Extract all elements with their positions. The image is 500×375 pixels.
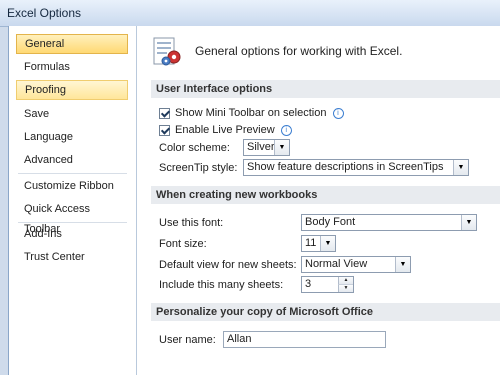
font-value: Body Font [305,216,356,228]
color-scheme-value: Silver [247,141,275,153]
user-name-label: User name: [159,334,216,346]
screentip-style-label: ScreenTip style: [159,162,238,174]
sheets-count-stepper[interactable]: 3 ▲ ▼ [301,276,354,293]
section-heading-ui-options: User Interface options [151,80,500,98]
page-title: General options for working with Excel. [195,44,403,58]
general-options-icon [153,37,181,66]
chevron-down-icon[interactable]: ▼ [274,140,289,155]
user-name-input[interactable]: Allan [223,331,386,348]
sidebar-item-customize-ribbon[interactable]: Customize Ribbon [16,176,128,196]
sidebar-item-advanced[interactable]: Advanced [16,150,128,170]
sidebar-item-trust-center[interactable]: Trust Center [16,247,128,267]
sidebar-item-quick-access-toolbar[interactable]: Quick Access Toolbar [16,199,128,235]
section-heading-personalize: Personalize your copy of Microsoft Offic… [151,303,500,321]
options-content: General options for working with Excel. … [137,26,500,375]
user-name-value: Allan [227,333,252,345]
window-title: Excel Options [7,6,82,20]
live-preview-label: Enable Live Preview [175,124,275,136]
spin-down-icon[interactable]: ▼ [338,284,353,292]
color-scheme-label: Color scheme: [159,142,230,154]
mini-toolbar-option: Show Mini Toolbar on selection i [175,107,344,119]
chevron-down-icon[interactable]: ▼ [453,160,468,175]
chevron-down-icon[interactable]: ▼ [320,236,335,251]
font-dropdown[interactable]: Body Font ▼ [301,214,477,231]
info-icon[interactable]: i [280,125,292,136]
color-scheme-dropdown[interactable]: Silver ▼ [243,139,290,156]
sidebar-item-save[interactable]: Save [16,104,128,124]
live-preview-option: Enable Live Preview i [175,124,292,136]
spin-up-icon[interactable]: ▲ [338,277,353,284]
default-view-value: Normal View [305,258,368,270]
font-size-dropdown[interactable]: 11 ▼ [301,235,336,252]
sidebar-item-language[interactable]: Language [16,127,128,147]
chevron-down-icon[interactable]: ▼ [461,215,476,230]
sidebar-item-proofing[interactable]: Proofing [16,80,128,100]
sidebar-item-general[interactable]: General [16,34,128,54]
live-preview-checkbox[interactable] [159,125,170,136]
sidebar-item-add-ins[interactable]: Add-Ins [16,224,128,244]
sidebar-divider [18,222,127,223]
font-size-label: Font size: [159,238,207,250]
font-label: Use this font: [159,217,224,229]
default-view-dropdown[interactable]: Normal View ▼ [301,256,411,273]
options-sidebar: General Formulas Proofing Save Language … [9,26,137,375]
options-dialog: General Formulas Proofing Save Language … [8,26,500,375]
font-size-value: 11 [305,237,317,249]
default-view-label: Default view for new sheets: [159,259,297,271]
chevron-down-icon[interactable]: ▼ [395,257,410,272]
section-heading-new-workbooks: When creating new workbooks [151,186,500,204]
info-icon[interactable]: i [332,108,344,119]
sheets-count-value: 3 [305,278,312,290]
mini-toolbar-checkbox[interactable] [159,108,170,119]
screentip-style-dropdown[interactable]: Show feature descriptions in ScreenTips … [243,159,469,176]
sheets-count-label: Include this many sheets: [159,279,284,291]
sidebar-item-formulas[interactable]: Formulas [16,57,128,77]
mini-toolbar-label: Show Mini Toolbar on selection [175,107,327,119]
title-bar: Excel Options [0,0,500,27]
screentip-style-value: Show feature descriptions in ScreenTips [247,161,444,173]
sidebar-divider [18,173,127,174]
